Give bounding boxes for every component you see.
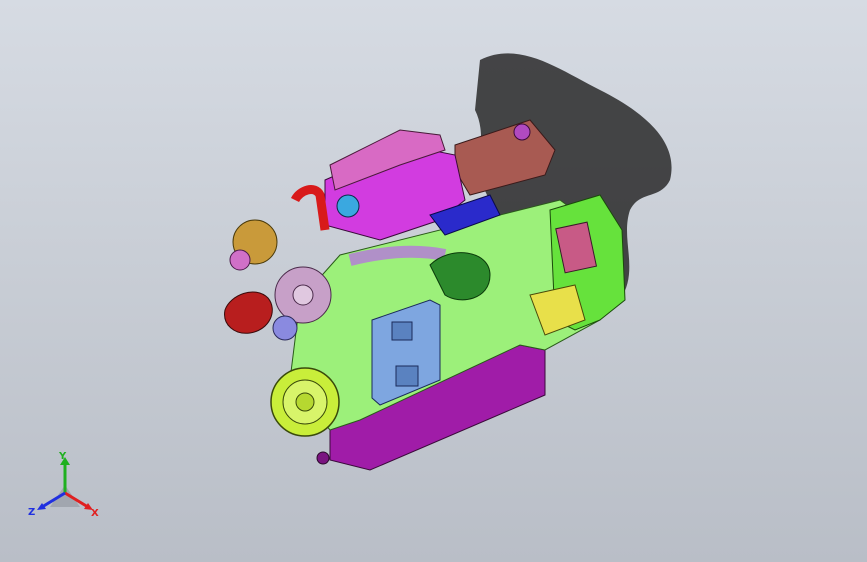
engine-model[interactable] — [0, 0, 867, 562]
ecu-connector-2 — [395, 365, 419, 387]
accessory-pulley-hub — [292, 284, 314, 306]
x-axis-label: X — [91, 508, 99, 519]
damper-hub — [295, 392, 315, 412]
coolant-hose — [290, 185, 330, 231]
turbo-inlet — [229, 249, 251, 271]
ecu-connector-1 — [391, 321, 413, 341]
coordinate-triad: Y X Z — [28, 451, 99, 519]
idler-pulley — [272, 315, 298, 341]
drain-plug — [316, 451, 330, 465]
oil-filler-cap — [513, 123, 531, 141]
y-axis-label: Y — [58, 451, 67, 462]
z-axis-label: Z — [28, 507, 35, 518]
alternator — [224, 291, 273, 334]
valve-cover-cap — [336, 194, 360, 218]
graphics-viewport[interactable]: Y X Z — [0, 0, 867, 562]
